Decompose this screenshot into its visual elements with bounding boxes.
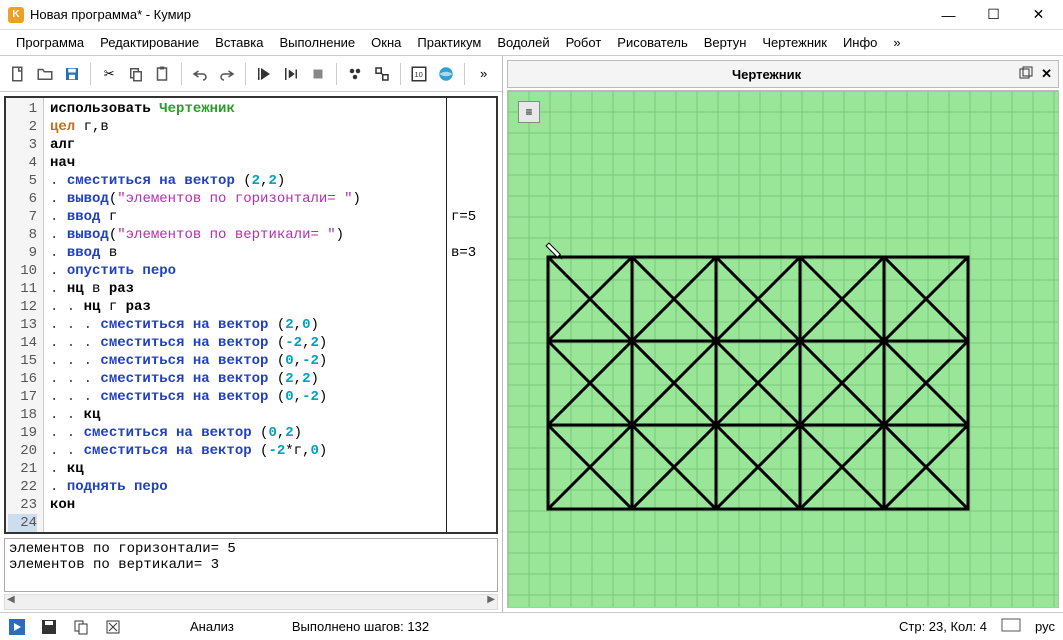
run-button[interactable] [252,61,277,87]
menu-Редактирование[interactable]: Редактирование [92,32,207,53]
console[interactable]: элементов по горизонтали= 5элементов по … [4,538,498,592]
menu-Инфо[interactable]: Инфо [835,32,885,53]
window-title: Новая программа* - Кумир [30,7,191,22]
paste-button[interactable] [150,61,175,87]
menu-Вертун[interactable]: Вертун [696,32,755,53]
minimize-button[interactable]: — [926,0,971,30]
code-editor[interactable]: 123456789101112131415161718192021222324 … [4,96,498,534]
menu-Практикум[interactable]: Практикум [409,32,489,53]
code-area[interactable]: использовать Чертежникцел г,валгнач. сме… [44,98,446,532]
menu-Чертежник[interactable]: Чертежник [754,32,835,53]
sb-copy-icon[interactable] [72,618,90,636]
step-button[interactable] [279,61,304,87]
cut-button[interactable]: ✂ [97,61,122,87]
menubar: ПрограммаРедактированиеВставкаВыполнение… [0,30,1063,56]
globe-button[interactable] [434,61,459,87]
close-button[interactable]: ✕ [1016,0,1061,30]
sb-run-icon[interactable] [8,618,26,636]
titlebar: K Новая программа* - Кумир — ☐ ✕ [0,0,1063,30]
app-icon: K [8,7,24,23]
sb-keyboard-icon[interactable] [1001,618,1021,635]
toolbar: ✂ 10 » [0,56,502,92]
canvas-menu-button[interactable]: ≡ [518,101,540,123]
svg-text:10: 10 [415,70,423,79]
sb-clear-icon[interactable] [104,618,122,636]
status-analysis: Анализ [190,619,234,634]
save-button[interactable] [59,61,84,87]
status-steps: Выполнено шагов: 132 [292,619,429,634]
statusbar: Анализ Выполнено шагов: 132 Стр: 23, Кол… [0,612,1063,640]
copy-button[interactable] [124,61,149,87]
new-button[interactable] [6,61,31,87]
status-pos: Стр: 23, Кол: 4 [899,619,987,634]
stop-button[interactable] [305,61,330,87]
sb-save-icon[interactable] [40,618,58,636]
vars-button[interactable] [370,61,395,87]
menu-Вставка[interactable]: Вставка [207,32,271,53]
maximize-button[interactable]: ☐ [971,0,1016,30]
linenum-button[interactable]: 10 [407,61,432,87]
canvas-title: Чертежник [732,67,801,82]
margin: г=5 в=3 [446,98,496,532]
redo-button[interactable] [214,61,239,87]
open-button[interactable] [33,61,58,87]
menu-Программа[interactable]: Программа [8,32,92,53]
menu-Окна[interactable]: Окна [363,32,409,53]
h-scrollbar[interactable] [4,594,498,610]
toolbar-overflow[interactable]: » [471,61,496,87]
menu-Рисователь[interactable]: Рисователь [609,32,695,53]
undo-button[interactable] [188,61,213,87]
actors-button[interactable] [343,61,368,87]
canvas-restore-button[interactable] [1019,66,1033,83]
grid [508,91,1058,608]
menu-Выполнение[interactable]: Выполнение [271,32,363,53]
canvas-header: Чертежник ✕ [507,60,1059,88]
menu-»[interactable]: » [885,32,908,53]
status-lang[interactable]: рус [1035,619,1055,634]
canvas-close-button[interactable]: ✕ [1041,66,1052,83]
menu-Робот[interactable]: Робот [558,32,610,53]
canvas[interactable]: ≡ [507,90,1059,608]
menu-Водолей[interactable]: Водолей [489,32,557,53]
gutter: 123456789101112131415161718192021222324 [6,98,44,532]
